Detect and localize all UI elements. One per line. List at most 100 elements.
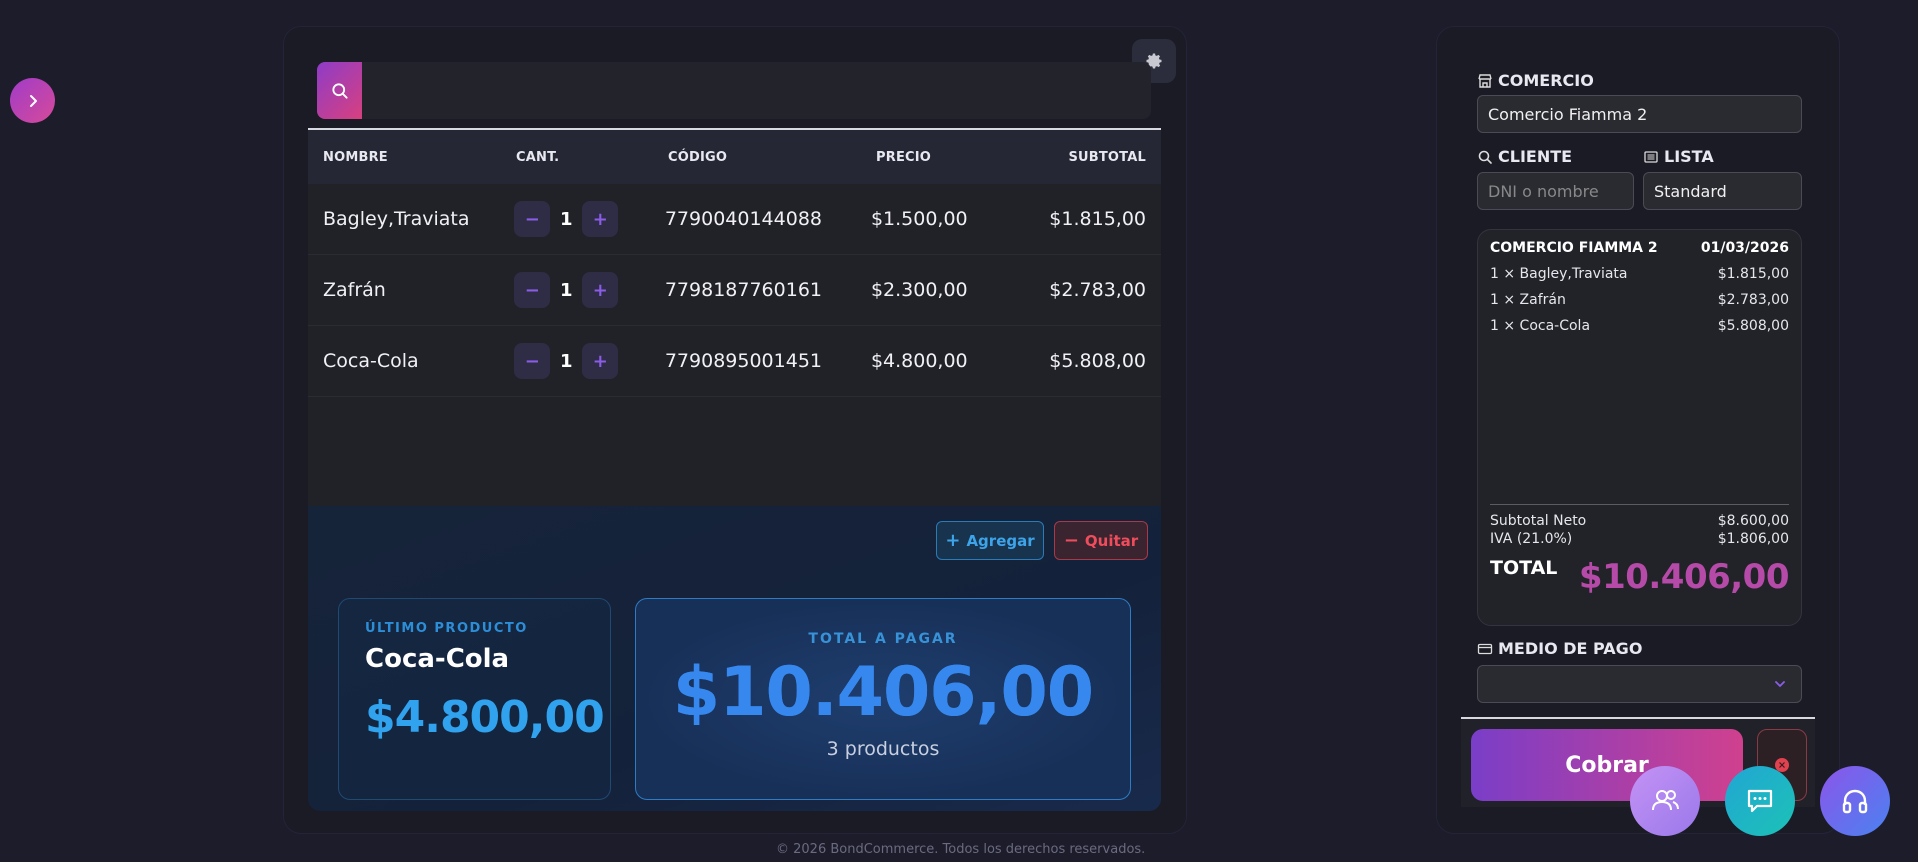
receipt-line: 1 × Zafrán $2.783,00 [1490,292,1789,308]
receipt-line-amount: $1.815,00 [1717,266,1789,282]
list-label: LISTA [1643,147,1714,166]
checkout-panel: COMERCIO Comercio Fiamma 2 CLIENTE LISTA… [1436,26,1840,834]
receipt-subtotal: Subtotal Neto $8.600,00 [1490,513,1789,529]
add-button[interactable]: + Agregar [936,521,1044,560]
table-row[interactable]: Zafrán − 1 + 7798187760161 $2.300,00 $2.… [308,255,1161,326]
search-icon [1478,150,1492,164]
product-search-bar [317,62,1151,119]
row-price: $4.800,00 [870,350,968,372]
receipt-line-desc: 1 × Coca-Cola [1490,318,1591,334]
row-code: 7790895001451 [664,350,822,372]
row-code: 7798187760161 [664,279,822,301]
users-fab-button[interactable] [1630,766,1700,836]
users-icon [1652,790,1679,811]
receipt-total-label: TOTAL [1490,557,1558,579]
receipt-date: 01/03/2026 [1700,240,1789,256]
commerce-field[interactable]: Comercio Fiamma 2 [1477,95,1802,133]
headphones-icon [1842,789,1868,814]
decrease-qty-button[interactable]: − [514,272,551,308]
cart-table: NOMBRE CANT. CÓDIGO PRECIO SUBTOTAL Bagl… [308,128,1161,506]
client-label: CLIENTE [1477,147,1572,166]
row-name: Zafrán [323,279,386,301]
chat-icon [1747,789,1773,813]
qty-value: 1 [559,350,573,372]
last-product-label: ÚLTIMO PRODUCTO [365,621,528,636]
remove-button-label: Quitar [1084,531,1139,550]
chevron-down-icon [1775,681,1785,688]
minus-icon: − [1063,529,1079,551]
client-input[interactable] [1477,172,1634,210]
receipt-line-desc: 1 × Zafrán [1490,292,1566,308]
payment-label: MEDIO DE PAGO [1477,639,1642,658]
row-subtotal: $1.815,00 [1049,208,1146,230]
commerce-label-text: COMERCIO [1498,71,1594,90]
receipt-totals: Subtotal Neto $8.600,00 IVA (21.0%) $1.8… [1490,504,1790,597]
subtotal-value: $8.600,00 [1717,513,1789,529]
sidebar-toggle-button[interactable] [10,78,55,123]
table-header: NOMBRE CANT. CÓDIGO PRECIO SUBTOTAL [308,130,1161,184]
row-name: Bagley,Traviata [323,208,470,230]
increase-qty-button[interactable]: + [582,272,619,308]
table-row[interactable]: Coca-Cola − 1 + 7790895001451 $4.800,00 … [308,326,1161,397]
copyright-footer: © 2026 BondCommerce. Todos los derechos … [776,842,1146,857]
receipt-header: COMERCIO FIAMMA 2 01/03/2026 [1490,240,1789,256]
price-list-select[interactable]: Standard [1643,172,1802,210]
receipt-store: COMERCIO FIAMMA 2 [1490,240,1658,256]
commerce-label: COMERCIO [1477,71,1594,90]
header-subtotal: SUBTOTAL [1068,149,1146,165]
iva-value: $1.806,00 [1717,531,1789,547]
store-icon [1478,73,1492,88]
chevron-right-icon [29,94,37,107]
total-label: TOTAL A PAGAR [808,631,958,647]
header-qty: CANT. [516,149,560,165]
row-price: $1.500,00 [870,208,968,230]
total-amount: $10.406,00 [636,653,1130,732]
qty-value: 1 [559,208,573,230]
product-search-input[interactable] [362,62,1151,119]
increase-qty-button[interactable]: + [582,343,619,379]
header-price: PRECIO [876,149,932,165]
chat-fab-button[interactable] [1725,766,1795,836]
increase-qty-button[interactable]: + [582,201,619,237]
receipt-line-desc: 1 × Bagley,Traviata [1490,266,1628,282]
receipt-total: TOTAL $10.406,00 [1490,557,1790,597]
receipt-total-value: $10.406,00 [1578,557,1790,597]
row-name: Coca-Cola [323,350,419,372]
payment-label-text: MEDIO DE PAGO [1498,639,1643,658]
row-subtotal: $5.808,00 [1049,350,1146,372]
search-icon [331,82,348,99]
header-code: CÓDIGO [668,149,728,165]
qty-value: 1 [559,279,573,301]
row-code: 7790040144088 [664,208,822,230]
payment-method-select[interactable] [1477,665,1802,703]
receipt-iva: IVA (21.0%) $1.806,00 [1490,531,1789,547]
last-product-name: Coca-Cola [365,644,510,674]
product-count: 3 productos [826,738,940,760]
receipt-line: 1 × Bagley,Traviata $1.815,00 [1490,266,1789,282]
summary-area: + Agregar − Quitar ÚLTIMO PRODUCTO Coca-… [308,506,1161,811]
header-name: NOMBRE [323,149,388,165]
support-fab-button[interactable] [1820,766,1890,836]
charge-button[interactable]: Cobrar [1471,729,1743,801]
plus-icon: + [945,529,961,551]
client-label-text: CLIENTE [1498,147,1573,166]
row-price: $2.300,00 [870,279,968,301]
total-card: TOTAL A PAGAR $10.406,00 3 productos [635,598,1131,800]
subtotal-label: Subtotal Neto [1490,513,1587,529]
last-product-price: $4.800,00 [365,692,605,743]
search-button[interactable] [317,62,362,119]
receipt-line-amount: $2.783,00 [1717,292,1789,308]
receipt-preview: COMERCIO FIAMMA 2 01/03/2026 1 × Bagley,… [1477,229,1802,626]
receipt-line: 1 × Coca-Cola $5.808,00 [1490,318,1789,334]
list-icon [1644,150,1658,163]
iva-label: IVA (21.0%) [1490,531,1573,547]
add-button-label: Agregar [966,531,1035,550]
last-product-card: ÚLTIMO PRODUCTO Coca-Cola $4.800,00 [338,598,611,800]
row-subtotal: $2.783,00 [1049,279,1146,301]
decrease-qty-button[interactable]: − [514,343,551,379]
decrease-qty-button[interactable]: − [514,201,551,237]
remove-button[interactable]: − Quitar [1054,521,1148,560]
table-row[interactable]: Bagley,Traviata − 1 + 7790040144088 $1.5… [308,184,1161,255]
sale-panel: NOMBRE CANT. CÓDIGO PRECIO SUBTOTAL Bagl… [283,26,1187,834]
list-label-text: LISTA [1664,147,1714,166]
